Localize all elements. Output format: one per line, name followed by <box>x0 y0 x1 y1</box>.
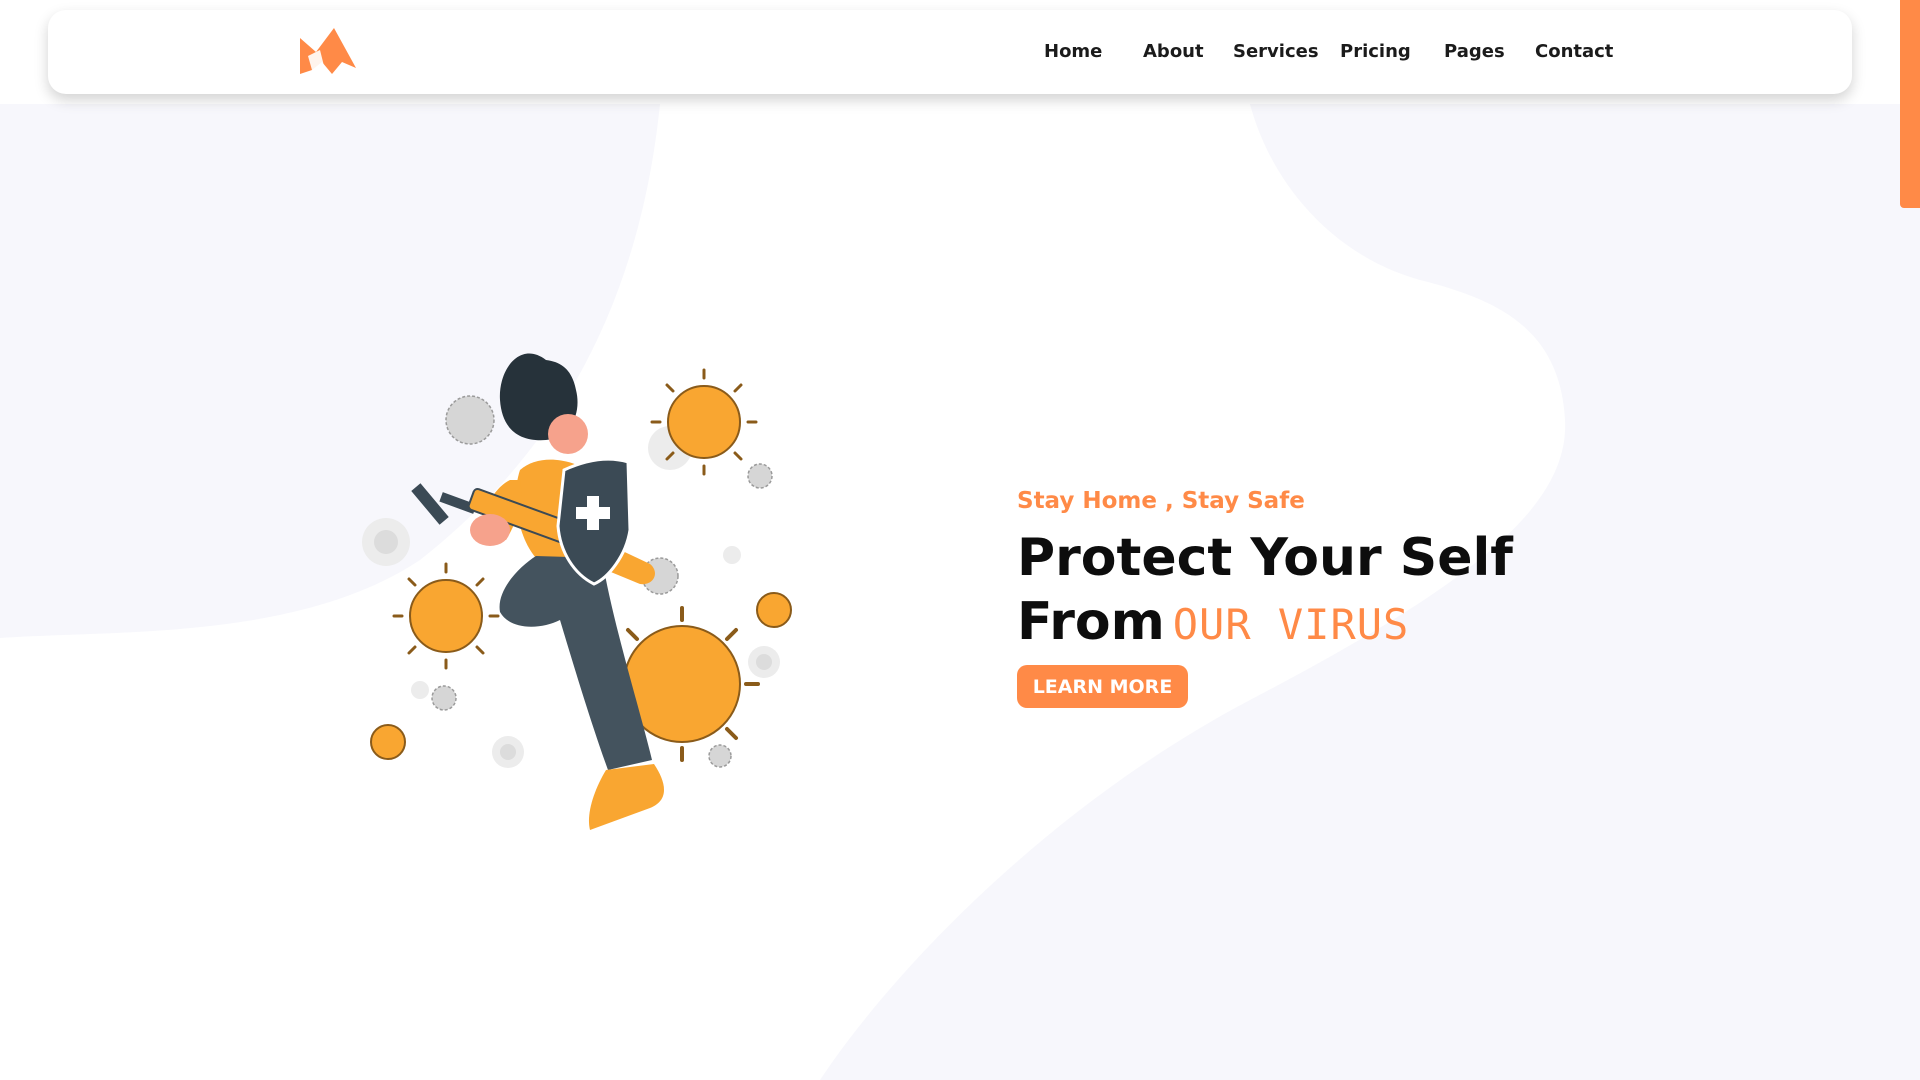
main-nav: Home About Services Pricing Pages Contac… <box>48 10 1852 94</box>
woman-with-shield-and-syringe-fighting-virus-illustration <box>362 353 792 830</box>
background-shape <box>0 104 1920 1080</box>
hero-headline-accent: OUR VIRUS <box>1172 600 1410 649</box>
hero-headline-line-1: Protect Your Self <box>1017 528 1513 588</box>
nav-contact[interactable]: Contact <box>1535 41 1613 62</box>
landing-page: Home About Services Pricing Pages Contac… <box>0 0 1920 1080</box>
hero-headline-line-2: From OUR VIRUS <box>1017 590 1513 657</box>
nav-home[interactable]: Home <box>1044 41 1102 62</box>
scroll-indicator[interactable] <box>1900 0 1920 208</box>
hero-headline: Protect Your Self From OUR VIRUS <box>1017 526 1513 657</box>
nav-pricing[interactable]: Pricing <box>1340 41 1411 62</box>
nav-services[interactable]: Services <box>1233 41 1319 62</box>
navbar: Home About Services Pricing Pages Contac… <box>48 10 1852 94</box>
hero-tagline: Stay Home , Stay Safe <box>1017 488 1305 514</box>
nav-pages[interactable]: Pages <box>1444 41 1505 62</box>
nav-about[interactable]: About <box>1143 41 1204 62</box>
hero-headline-from: From <box>1017 592 1165 652</box>
learn-more-button[interactable]: LEARN MORE <box>1017 665 1188 708</box>
